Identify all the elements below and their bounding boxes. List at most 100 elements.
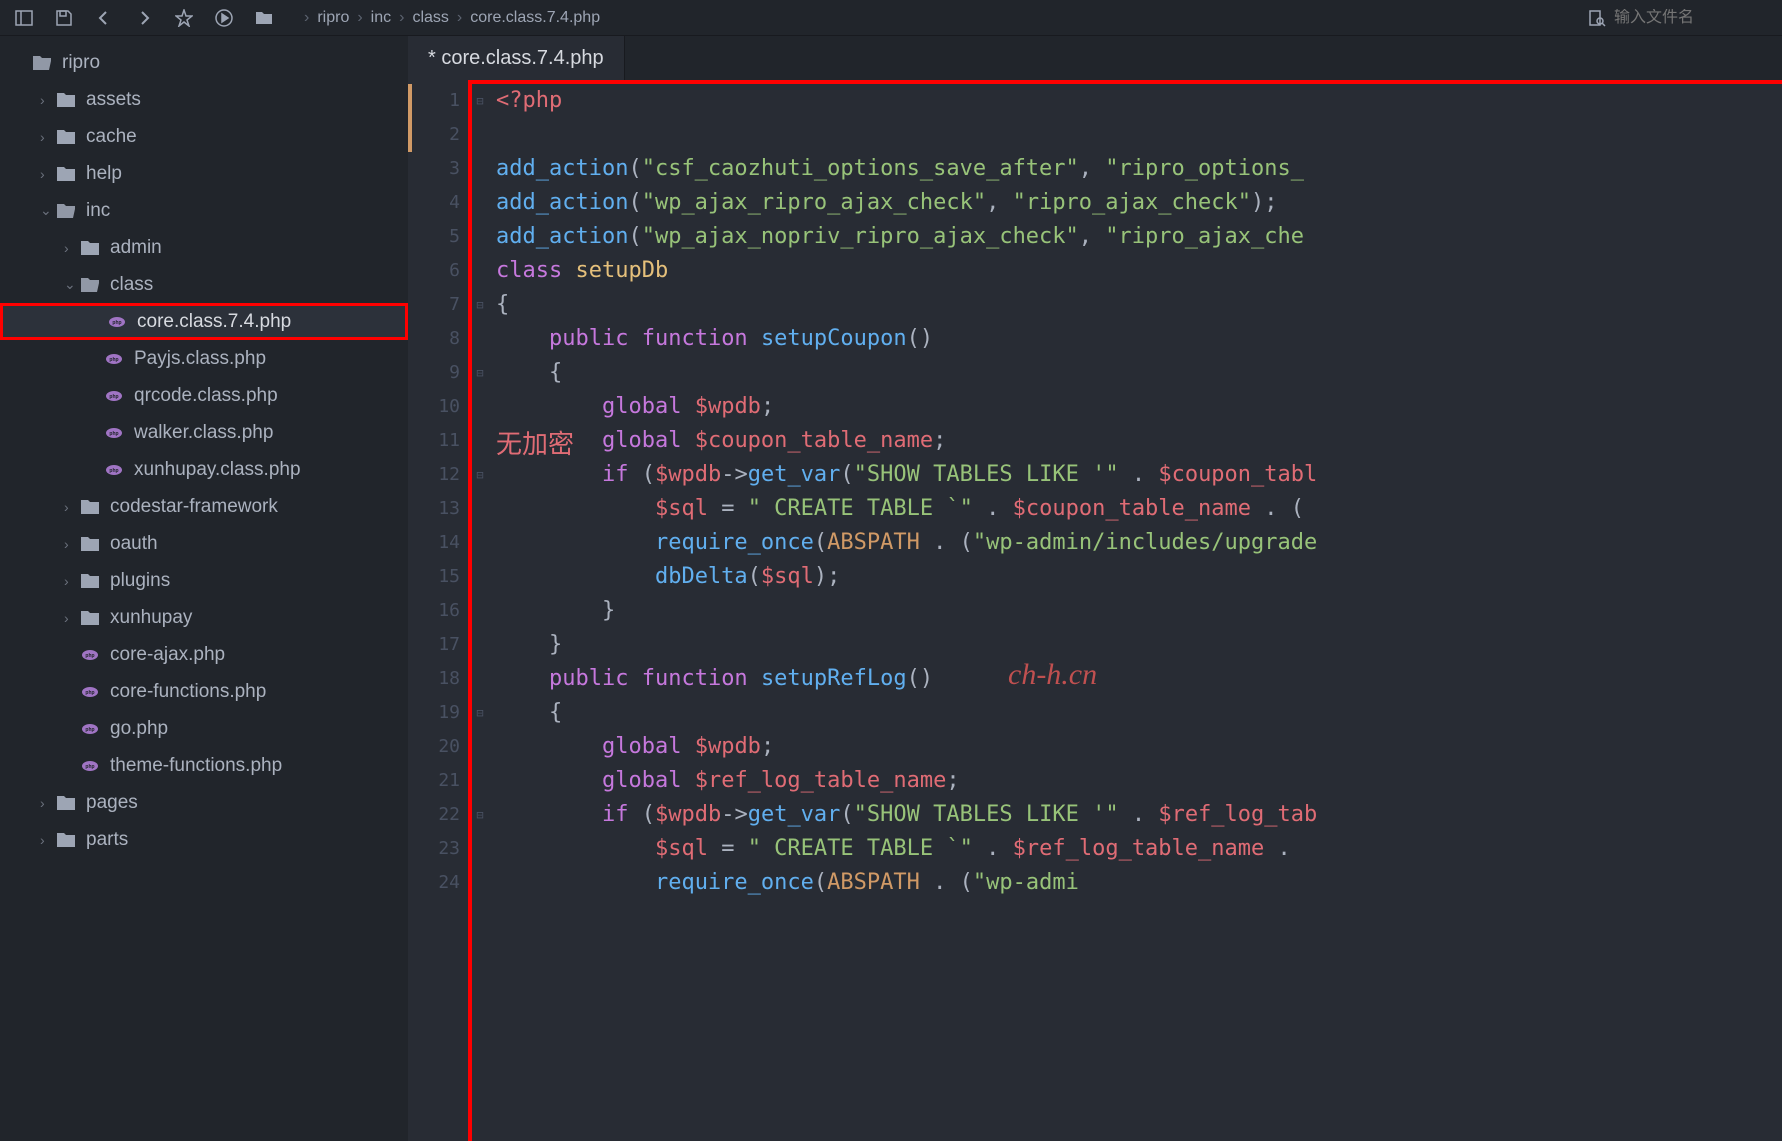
code-line[interactable]: <?php	[496, 84, 1782, 118]
code-line[interactable]: public function setupCoupon()	[496, 322, 1782, 356]
file-search-input[interactable]	[1614, 9, 1774, 27]
fold-marker[interactable]: ⊟	[472, 458, 488, 492]
fold-marker[interactable]: ⊟	[472, 798, 488, 832]
forward-icon[interactable]	[128, 2, 160, 34]
breadcrumb-item[interactable]: inc	[371, 9, 391, 27]
breadcrumb: › ripro › inc › class › core.class.7.4.p…	[300, 9, 604, 27]
code-line[interactable]: class setupDb	[496, 254, 1782, 288]
code-line[interactable]: add_action("wp_ajax_ripro_ajax_check", "…	[496, 186, 1782, 220]
breadcrumb-sep: ›	[357, 9, 362, 27]
code-text[interactable]: <?php add_action("csf_caozhuti_options_s…	[488, 80, 1782, 1141]
code-line[interactable]: if ($wpdb->get_var("SHOW TABLES LIKE '" …	[496, 798, 1782, 832]
tree-file[interactable]: phpPayjs.class.php	[0, 340, 408, 377]
tree-file[interactable]: phpcore-functions.php	[0, 673, 408, 710]
fold-marker[interactable]: ⊟	[472, 288, 488, 322]
tree-folder[interactable]: ›admin	[0, 229, 408, 266]
php-file-icon: php	[104, 386, 124, 406]
code-line[interactable]: dbDelta($sql);	[496, 560, 1782, 594]
fold-marker[interactable]: ⊟	[472, 356, 488, 390]
code-line[interactable]: }	[496, 628, 1782, 662]
tree-folder[interactable]: ⌄class	[0, 266, 408, 303]
tree-folder[interactable]: ›assets	[0, 81, 408, 118]
tree-item-label: oauth	[110, 533, 158, 555]
code-line[interactable]: public function setupRefLog()	[496, 662, 1782, 696]
chevron-icon: ›	[40, 795, 56, 811]
tree-folder[interactable]: ›plugins	[0, 562, 408, 599]
file-tree[interactable]: ripro›assets›cache›help⌄inc›admin⌄classp…	[0, 36, 408, 1141]
code-line[interactable]: {	[496, 356, 1782, 390]
search-icon[interactable]	[1588, 9, 1606, 27]
breadcrumb-item[interactable]: ripro	[317, 9, 349, 27]
tree-item-label: qrcode.class.php	[134, 385, 278, 407]
code-line[interactable]	[496, 118, 1782, 152]
star-icon[interactable]	[168, 2, 200, 34]
folder-icon	[80, 534, 100, 554]
code-line[interactable]: {	[496, 696, 1782, 730]
fold-marker	[472, 594, 488, 628]
breadcrumb-item[interactable]: class	[412, 9, 448, 27]
fold-marker	[472, 628, 488, 662]
toolbar: › ripro › inc › class › core.class.7.4.p…	[0, 0, 1782, 36]
line-number: 7	[408, 288, 460, 322]
tree-folder[interactable]: ›codestar-framework	[0, 488, 408, 525]
code-line[interactable]: require_once(ABSPATH . ("wp-admin/includ…	[496, 526, 1782, 560]
code-line[interactable]: $sql = " CREATE TABLE `" . $ref_log_tabl…	[496, 832, 1782, 866]
code-line[interactable]: global $wpdb;	[496, 390, 1782, 424]
tree-folder[interactable]: ›xunhupay	[0, 599, 408, 636]
code-line[interactable]: require_once(ABSPATH . ("wp-admi	[496, 866, 1782, 900]
chevron-icon: ›	[40, 129, 56, 145]
folder-icon	[80, 608, 100, 628]
fold-marker	[472, 526, 488, 560]
tree-file[interactable]: phpcore.class.7.4.php	[0, 303, 408, 340]
line-number: 15	[408, 560, 460, 594]
run-icon[interactable]	[208, 2, 240, 34]
fold-marker[interactable]: ⊟	[472, 84, 488, 118]
code-line[interactable]: }	[496, 594, 1782, 628]
tree-file[interactable]: phpgo.php	[0, 710, 408, 747]
tree-file[interactable]: php qrcode.class.php	[0, 377, 408, 414]
tree-item-label: parts	[86, 829, 128, 851]
folder-icon	[80, 238, 100, 258]
code-line[interactable]: global $coupon_table_name;	[496, 424, 1782, 458]
tree-folder[interactable]: › oauth	[0, 525, 408, 562]
editor-tab[interactable]: * core.class.7.4.php	[408, 36, 625, 80]
tree-item-label: codestar-framework	[110, 496, 278, 518]
code-line[interactable]: add_action("wp_ajax_nopriv_ripro_ajax_ch…	[496, 220, 1782, 254]
tree-folder[interactable]: ›help	[0, 155, 408, 192]
folder-location-icon[interactable]	[248, 2, 280, 34]
code-line[interactable]: global $wpdb;	[496, 730, 1782, 764]
code-line[interactable]: $sql = " CREATE TABLE `" . $coupon_table…	[496, 492, 1782, 526]
php-file-icon: php	[104, 349, 124, 369]
tree-item-label: ripro	[62, 52, 100, 74]
tree-folder[interactable]: › parts	[0, 821, 408, 858]
line-number: 23	[408, 832, 460, 866]
folder-icon	[80, 571, 100, 591]
tree-item-label: xunhupay	[110, 607, 192, 629]
code-line[interactable]: {	[496, 288, 1782, 322]
breadcrumb-item[interactable]: core.class.7.4.php	[470, 9, 600, 27]
chevron-icon: ›	[64, 536, 80, 552]
line-number: 24	[408, 866, 460, 900]
panel-icon[interactable]	[8, 2, 40, 34]
tree-file[interactable]: phpcore-ajax.php	[0, 636, 408, 673]
code-line[interactable]: if ($wpdb->get_var("SHOW TABLES LIKE '" …	[496, 458, 1782, 492]
folder-icon	[56, 164, 76, 184]
tree-item-label: theme-functions.php	[110, 755, 282, 777]
svg-text:php: php	[85, 653, 94, 659]
code-line[interactable]: add_action("csf_caozhuti_options_save_af…	[496, 152, 1782, 186]
fold-marker	[472, 662, 488, 696]
tree-file[interactable]: phpwalker.class.php	[0, 414, 408, 451]
folder-icon	[56, 793, 76, 813]
chevron-icon: ›	[40, 832, 56, 848]
tree-file[interactable]: phpxunhupay.class.php	[0, 451, 408, 488]
save-icon[interactable]	[48, 2, 80, 34]
fold-marker	[472, 390, 488, 424]
fold-marker[interactable]: ⊟	[472, 696, 488, 730]
tree-folder[interactable]: ripro	[0, 44, 408, 81]
back-icon[interactable]	[88, 2, 120, 34]
tree-folder[interactable]: ›pages	[0, 784, 408, 821]
code-line[interactable]: global $ref_log_table_name;	[496, 764, 1782, 798]
tree-folder[interactable]: ⌄inc	[0, 192, 408, 229]
tree-file[interactable]: phptheme-functions.php	[0, 747, 408, 784]
tree-folder[interactable]: ›cache	[0, 118, 408, 155]
